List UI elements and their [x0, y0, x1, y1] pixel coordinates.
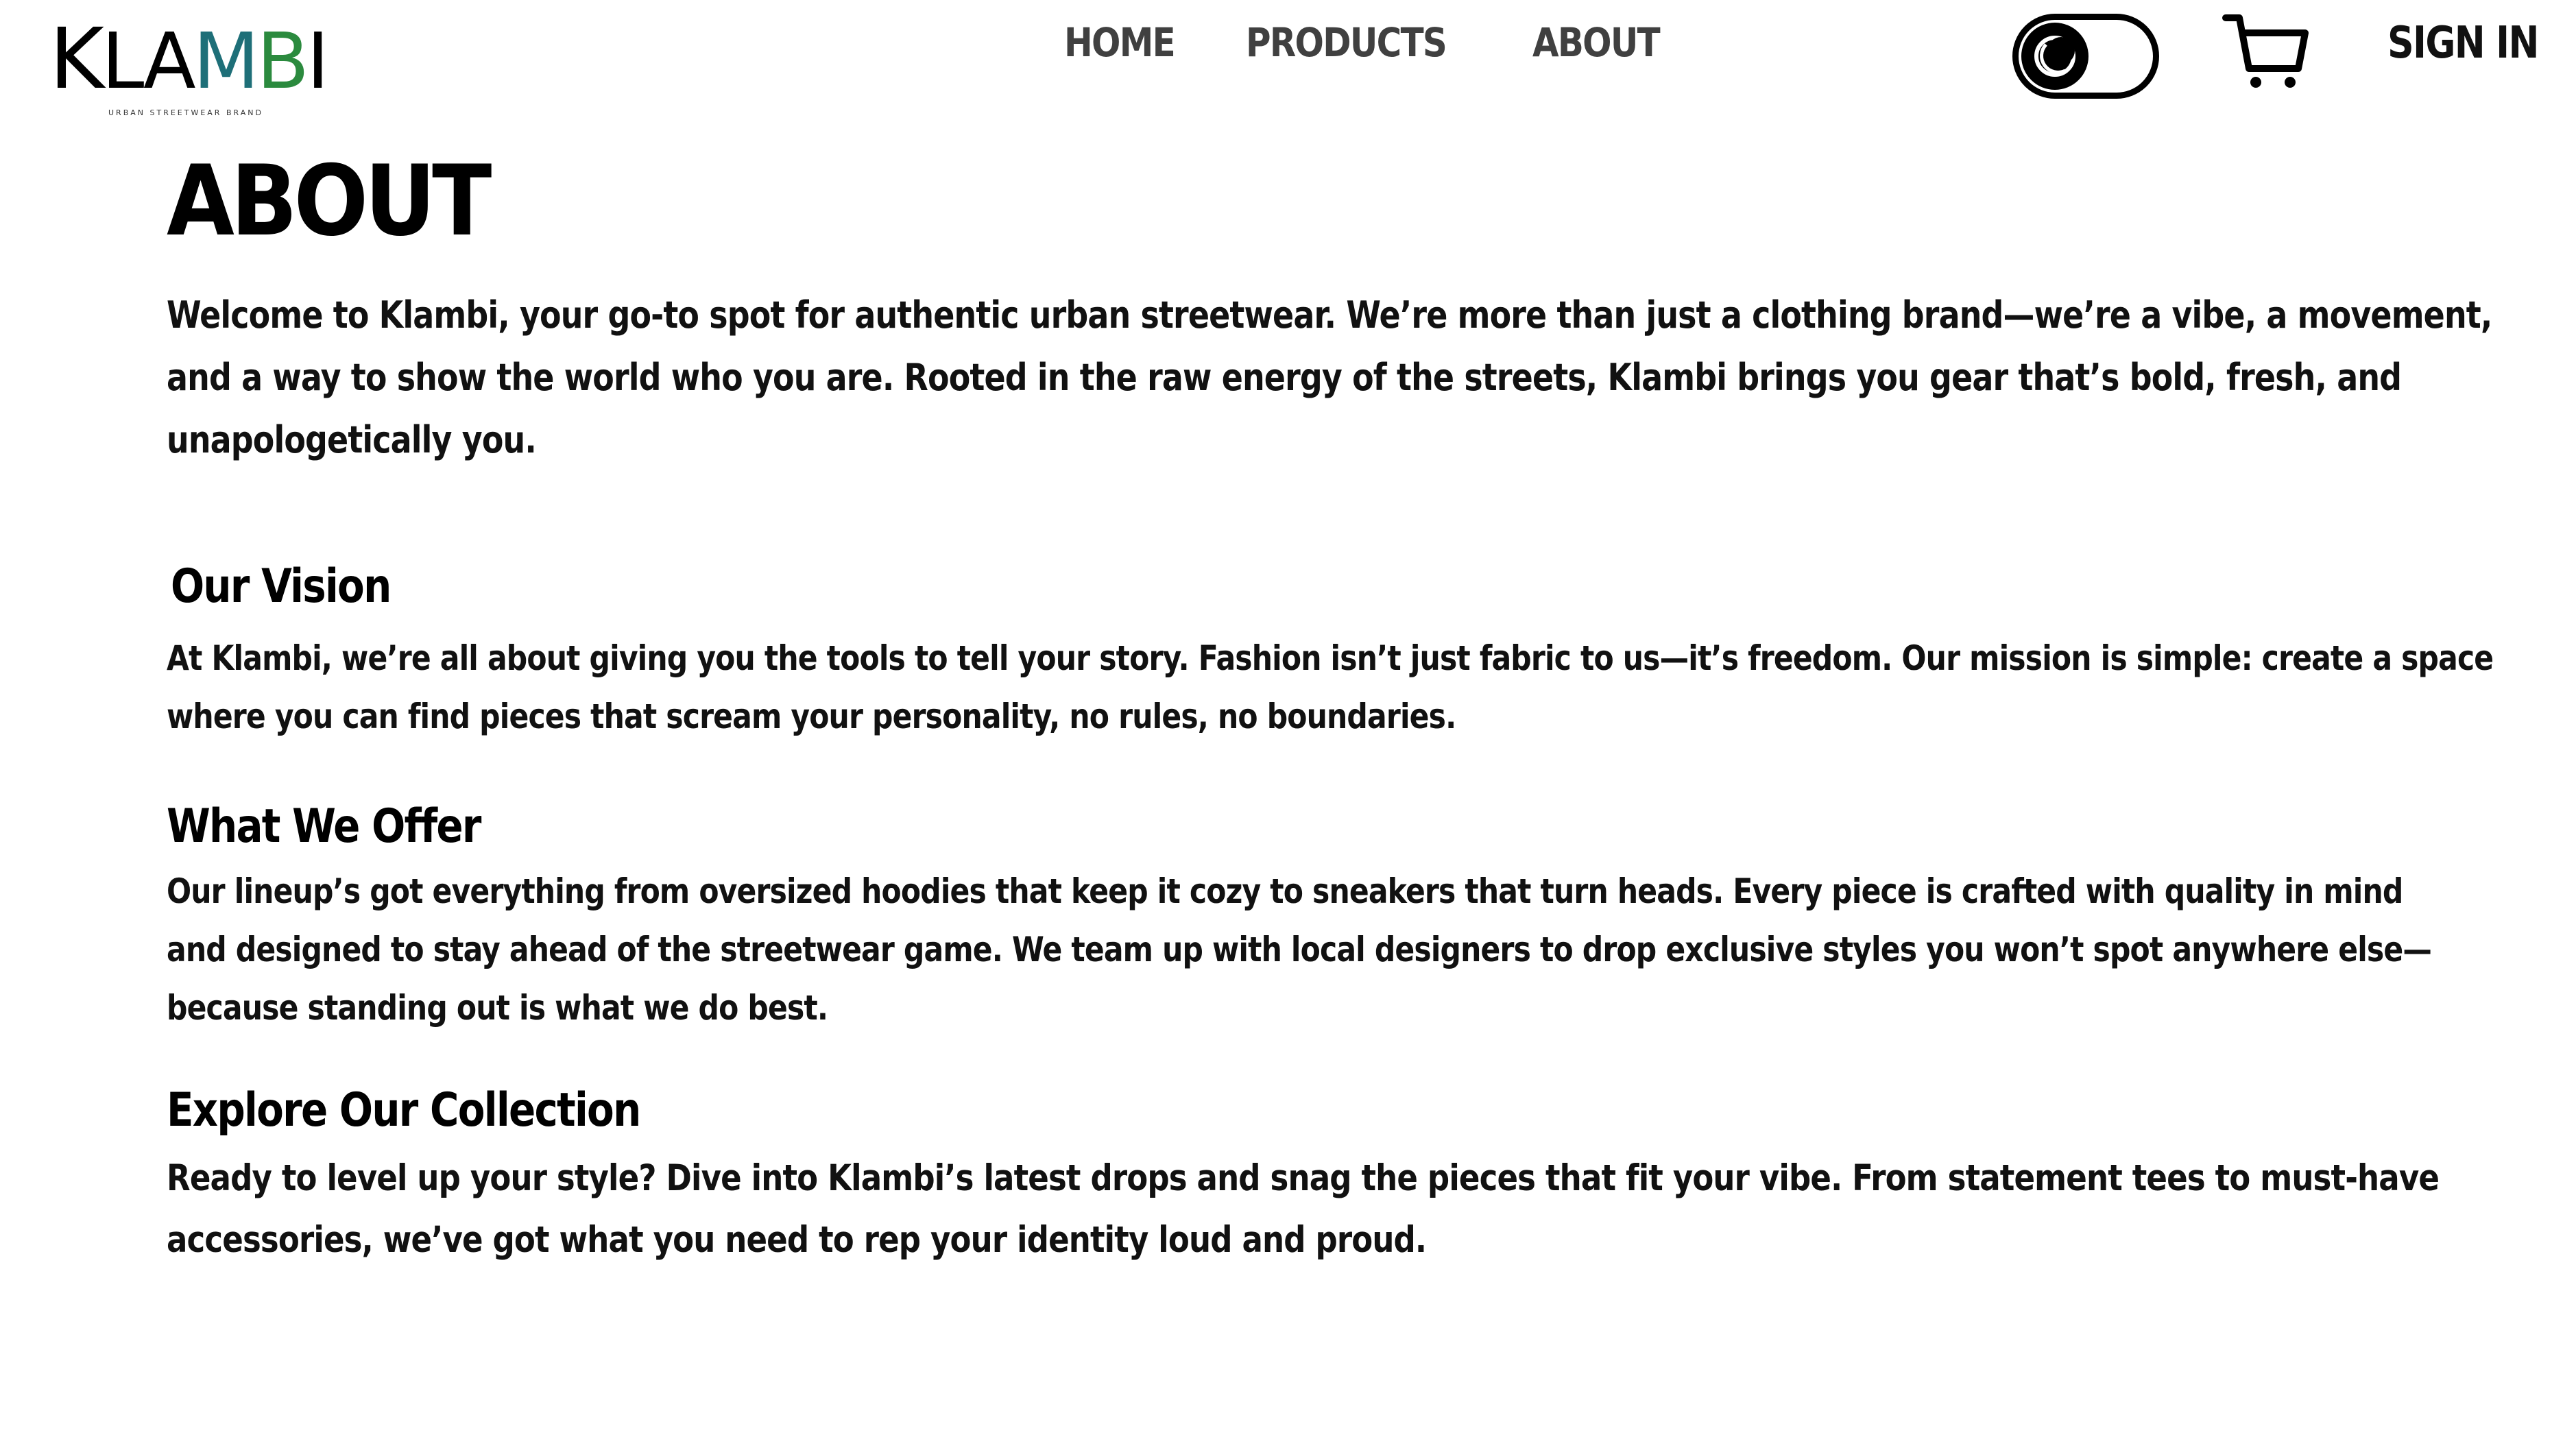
sign-in-link[interactable]: SIGN IN	[2387, 18, 2539, 69]
section-body-vision: At Klambi, we’re all about giving you th…	[167, 638, 2494, 736]
nav-home-link[interactable]: HOME	[1064, 19, 1176, 66]
site-header: KLAMBI URBAN STREETWEAR BRAND HOME PRODU…	[0, 0, 2576, 137]
theme-toggle[interactable]	[2012, 14, 2159, 99]
page-title: ABOUT	[167, 145, 492, 258]
nav-about-link[interactable]: ABOUT	[1532, 19, 1661, 66]
section-heading-explore: Explore Our Collection	[167, 1083, 641, 1137]
logo-tagline: URBAN STREETWEAR BRAND	[108, 108, 263, 117]
main-nav: HOME PRODUCTS ABOUT	[1064, 19, 1680, 66]
moon-icon	[2034, 36, 2075, 77]
intro-paragraph: Welcome to Klambi, your go-to spot for a…	[167, 293, 2492, 461]
toggle-knob	[2021, 23, 2089, 90]
klambi-logo[interactable]: KLAMBI URBAN STREETWEAR BRAND	[49, 17, 329, 117]
section-heading-vision: Our Vision	[171, 559, 392, 614]
logo-wordmark: KLAMBI	[49, 10, 329, 108]
section-heading-offer: What We Offer	[167, 799, 481, 854]
nav-products-link[interactable]: PRODUCTS	[1246, 19, 1447, 66]
cart-icon[interactable]	[2222, 10, 2311, 92]
section-body-offer: Our lineup’s got everything from oversiz…	[167, 871, 2432, 1028]
section-body-explore: Ready to level up your style? Dive into …	[167, 1157, 2440, 1261]
